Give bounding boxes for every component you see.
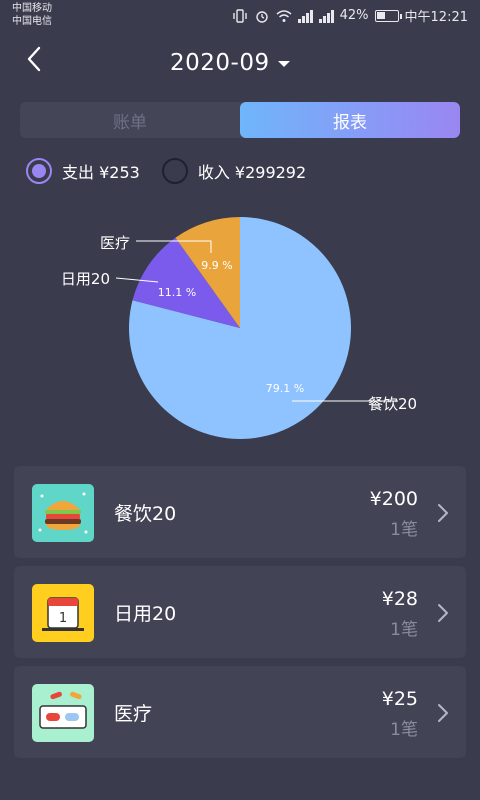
pie-chart: 79.1 % 餐饮20 11.1 % 日用20 9.9 % 医疗 — [0, 200, 480, 450]
slice-percent-label: 11.1 % — [158, 286, 196, 299]
chevron-right-icon — [438, 604, 448, 622]
category-card-medical[interactable]: 医疗 ¥25 1笔 — [14, 666, 466, 758]
chevron-left-icon — [27, 46, 41, 72]
slice-category-label: 餐饮20 — [368, 395, 417, 413]
month-selector[interactable]: 2020-09 — [170, 46, 290, 80]
slice-percent-label: 79.1 % — [266, 382, 304, 395]
income-label: 收入 ¥299292 — [197, 163, 307, 182]
status-bar: 中国移动 中国电信 42% 中午12:21 — [0, 0, 480, 32]
radio-selected-icon — [26, 158, 52, 184]
expense-radio[interactable]: 支出 ¥253 — [26, 158, 140, 184]
chevron-right-icon — [438, 704, 448, 722]
category-name: 餐饮20 — [114, 503, 177, 525]
category-count: 1笔 — [390, 520, 418, 540]
slice-category-label: 医疗 — [100, 234, 130, 252]
pill-icon — [32, 684, 94, 742]
category-count: 1笔 — [390, 720, 418, 740]
income-radio[interactable]: 收入 ¥299292 — [161, 158, 307, 184]
calendar-icon: 1 — [32, 584, 94, 642]
category-card-food[interactable]: 餐饮20 ¥200 1笔 — [14, 466, 466, 558]
battery-icon — [374, 9, 402, 22]
alarm-icon — [254, 9, 270, 23]
month-label: 2020-09 — [170, 50, 270, 76]
radio-unselected-icon — [161, 158, 188, 184]
back-button[interactable] — [20, 44, 50, 74]
tab-bill[interactable]: 账单 — [20, 102, 240, 138]
category-card-daily[interactable]: 1 日用20 ¥28 1笔 — [14, 566, 466, 658]
category-name: 医疗 — [114, 703, 153, 725]
battery-percent: 42% — [339, 8, 369, 23]
signal-icon-2 — [318, 9, 334, 23]
type-filter: 支出 ¥253 收入 ¥299292 — [26, 158, 328, 184]
pie-chart-svg: 79.1 % 餐饮20 11.1 % 日用20 9.9 % 医疗 — [61, 217, 417, 439]
carrier-info: 中国移动 中国电信 — [12, 2, 52, 28]
wifi-icon — [276, 9, 292, 23]
caret-down-icon — [277, 61, 290, 67]
slice-percent-label: 9.9 % — [201, 259, 232, 272]
chevron-right-icon — [438, 504, 448, 522]
tab-report[interactable]: 报表 — [240, 102, 460, 138]
view-tabs: 账单 报表 — [20, 102, 460, 138]
signal-icon — [297, 9, 313, 23]
svg-text:1: 1 — [59, 611, 67, 626]
vibrate-icon — [232, 8, 248, 23]
burger-icon — [32, 484, 94, 542]
slice-category-label: 日用20 — [61, 270, 110, 288]
clock: 中午12:21 — [404, 10, 468, 25]
category-amount: ¥200 — [369, 488, 418, 510]
category-count: 1笔 — [390, 620, 418, 640]
category-name: 日用20 — [114, 603, 177, 625]
category-amount: ¥25 — [381, 688, 418, 710]
status-icons: 42% 中午12:21 — [232, 6, 468, 25]
carrier-2: 中国电信 — [12, 16, 52, 27]
category-amount: ¥28 — [381, 588, 418, 610]
carrier-1: 中国移动 — [12, 3, 52, 14]
expense-label: 支出 ¥253 — [62, 163, 140, 182]
